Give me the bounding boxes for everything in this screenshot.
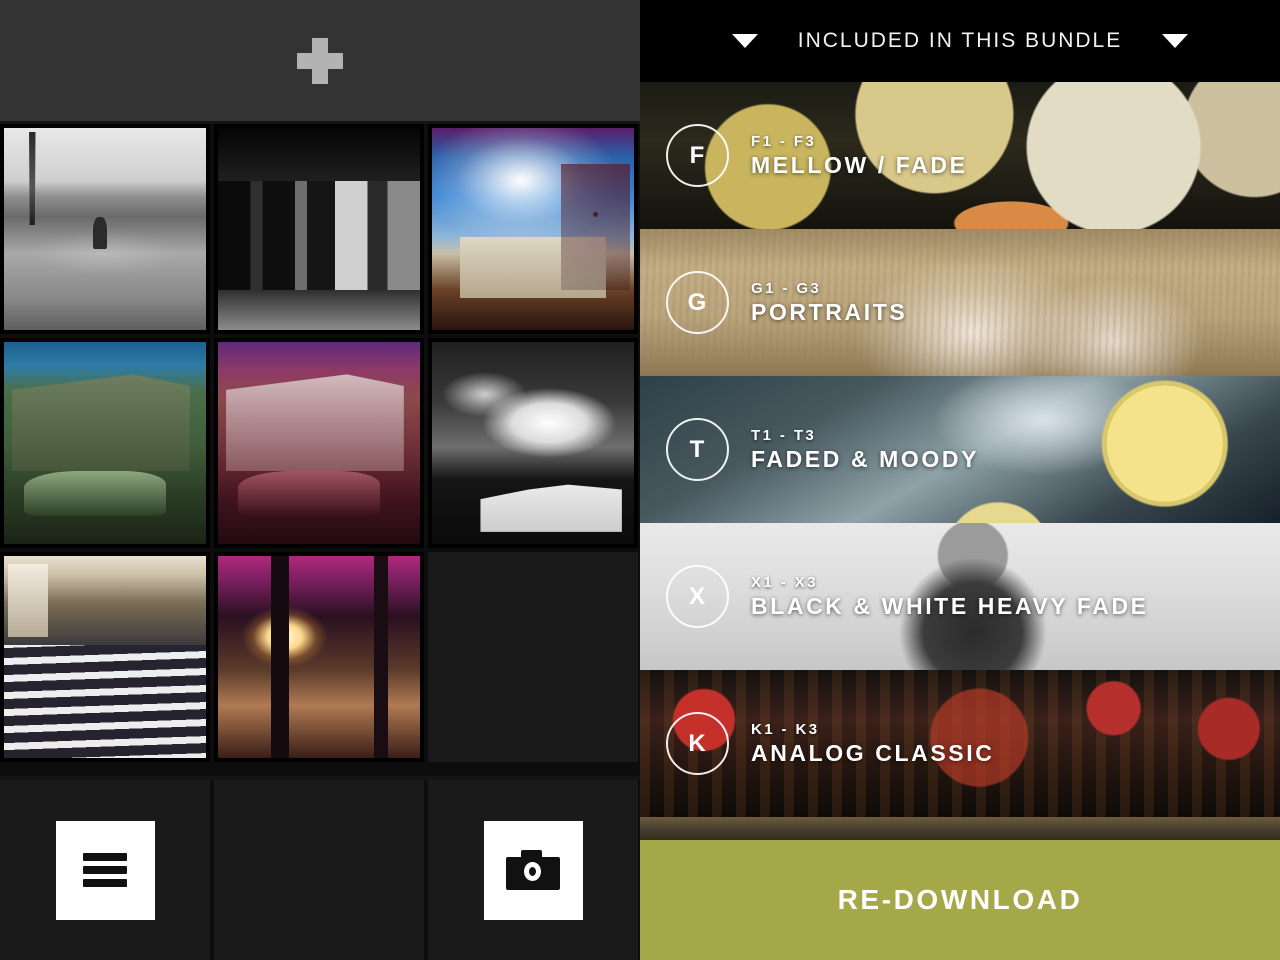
- photo-frame: [214, 338, 424, 548]
- camera-button[interactable]: [483, 820, 583, 920]
- pack-labels: G1 - G3 PORTRAITS: [751, 280, 907, 326]
- pack-name: MELLOW / FADE: [751, 151, 968, 178]
- pack-badge: K: [666, 712, 729, 775]
- pack-row-g[interactable]: G G1 - G3 PORTRAITS: [640, 229, 1280, 376]
- pack-badge: T: [666, 418, 729, 481]
- photo-frame: [428, 338, 638, 548]
- pack-badge: X: [666, 565, 729, 628]
- app-root: INCLUDED IN THIS BUNDLE F F1 - F3 MELLOW…: [0, 0, 1280, 960]
- bundle-header: INCLUDED IN THIS BUNDLE: [640, 0, 1280, 82]
- empty-frame: [428, 552, 638, 762]
- photo-frame: [0, 552, 210, 762]
- pack-background-image: [640, 817, 1280, 840]
- pack-labels: X1 - X3 BLACK & WHITE HEAVY FADE: [751, 574, 1149, 620]
- photo-thumbnail[interactable]: [214, 338, 424, 548]
- add-photo-bar[interactable]: [0, 0, 640, 121]
- pack-range: G1 - G3: [751, 279, 822, 297]
- pack-row-x[interactable]: X X1 - X3 BLACK & WHITE HEAVY FADE: [640, 523, 1280, 670]
- hamburger-menu-icon: [83, 853, 127, 887]
- chevron-down-icon-right[interactable]: [1162, 34, 1189, 48]
- pack-row-t[interactable]: T T1 - T3 FADED & MOODY: [640, 376, 1280, 523]
- photo-thumbnail[interactable]: [428, 338, 638, 548]
- toolbar-spacer-cell: [214, 780, 424, 960]
- photo-frame: [0, 124, 210, 334]
- pack-name: PORTRAITS: [751, 298, 908, 325]
- photo-image-3: [432, 128, 634, 330]
- camera-button-cell[interactable]: [428, 780, 638, 960]
- pack-content: G G1 - G3 PORTRAITS: [640, 229, 1280, 376]
- photo-grid-empty-cell: [428, 552, 638, 762]
- menu-button[interactable]: [55, 820, 155, 920]
- pack-list: F F1 - F3 MELLOW / FADE G G1 - G3 PORTRA…: [640, 82, 1280, 840]
- pack-content: F F1 - F3 MELLOW / FADE: [640, 82, 1280, 229]
- pack-name: FADED & MOODY: [751, 445, 980, 472]
- photo-frame: [214, 124, 424, 334]
- pack-range: K1 - K3: [751, 720, 820, 738]
- photo-image-8: [218, 556, 420, 758]
- pack-row-k[interactable]: K K1 - K3 ANALOG CLASSIC: [640, 670, 1280, 817]
- photo-thumbnail[interactable]: [214, 552, 424, 762]
- re-download-button[interactable]: RE-DOWNLOAD: [640, 840, 1280, 960]
- photo-thumbnail[interactable]: [0, 552, 210, 762]
- pack-content: X X1 - X3 BLACK & WHITE HEAVY FADE: [640, 523, 1280, 670]
- photo-image-4: [4, 342, 206, 544]
- chevron-down-icon-left[interactable]: [731, 34, 758, 48]
- library-toolbar: [0, 780, 640, 960]
- photo-thumbnail[interactable]: [0, 338, 210, 548]
- photo-frame: [428, 124, 638, 334]
- plus-icon[interactable]: [297, 37, 343, 84]
- photo-thumbnail[interactable]: [0, 124, 210, 334]
- photo-library-panel: [0, 0, 640, 960]
- pack-row-f[interactable]: F F1 - F3 MELLOW / FADE: [640, 82, 1280, 229]
- pack-row-partial[interactable]: [640, 817, 1280, 840]
- photo-image-7: [4, 556, 206, 758]
- pack-badge: F: [666, 124, 729, 187]
- photo-thumbnail[interactable]: [428, 124, 638, 334]
- photo-image-5: [218, 342, 420, 544]
- menu-button-cell[interactable]: [0, 780, 210, 960]
- pack-labels: K1 - K3 ANALOG CLASSIC: [751, 721, 994, 767]
- camera-icon: [506, 850, 560, 890]
- photo-frame: [0, 338, 210, 548]
- re-download-label: RE-DOWNLOAD: [837, 884, 1083, 915]
- photo-thumbnail[interactable]: [214, 124, 424, 334]
- photo-frame: [214, 552, 424, 762]
- bundle-title: INCLUDED IN THIS BUNDLE: [797, 29, 1123, 52]
- pack-labels: F1 - F3 MELLOW / FADE: [751, 133, 968, 179]
- pack-name: BLACK & WHITE HEAVY FADE: [751, 592, 1149, 619]
- photo-image-1: [4, 128, 206, 330]
- bundle-panel: INCLUDED IN THIS BUNDLE F F1 - F3 MELLOW…: [640, 0, 1280, 960]
- pack-content: T T1 - T3 FADED & MOODY: [640, 376, 1280, 523]
- photo-image-2: [218, 128, 420, 330]
- photo-grid: [0, 124, 640, 776]
- pack-labels: T1 - T3 FADED & MOODY: [751, 427, 979, 473]
- pack-range: F1 - F3: [751, 132, 817, 150]
- pack-badge: G: [666, 271, 729, 334]
- pack-range: X1 - X3: [751, 573, 818, 591]
- pack-name: ANALOG CLASSIC: [751, 739, 995, 766]
- pack-content: K K1 - K3 ANALOG CLASSIC: [640, 670, 1280, 817]
- photo-image-6: [432, 342, 634, 544]
- pack-range: T1 - T3: [751, 426, 817, 444]
